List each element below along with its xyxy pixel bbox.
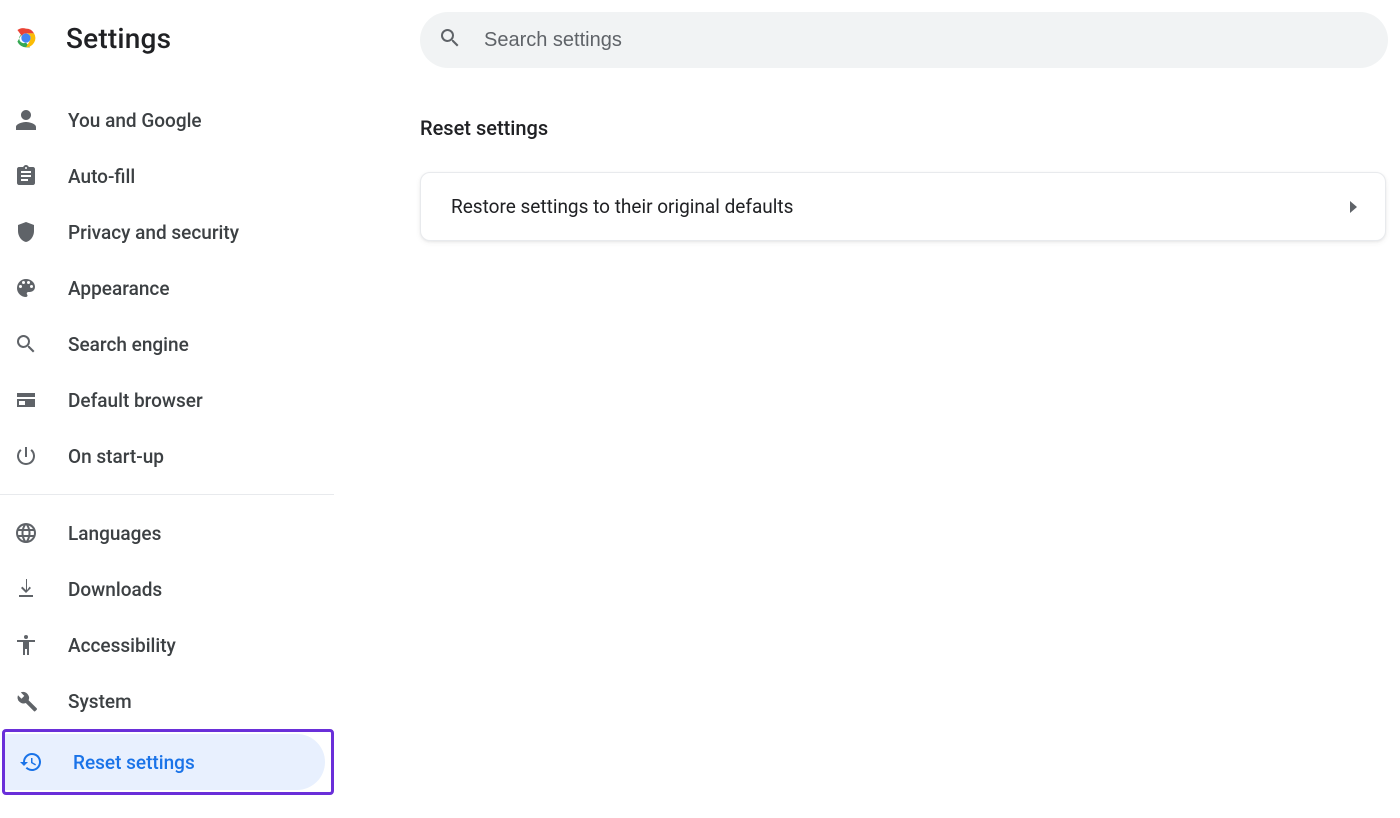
app-title: Settings <box>66 22 171 55</box>
sidebar-item-downloads[interactable]: Downloads <box>0 561 328 617</box>
sidebar-item-accessibility[interactable]: Accessibility <box>0 617 328 673</box>
sidebar-item-label: Privacy and security <box>68 221 239 244</box>
sidebar-item-label: Default browser <box>68 389 203 412</box>
card-row-label: Restore settings to their original defau… <box>451 195 793 218</box>
sidebar-item-label: Reset settings <box>73 751 195 774</box>
highlight-box: Reset settings <box>2 729 334 795</box>
shield-icon <box>14 220 38 244</box>
sidebar-divider <box>0 494 334 495</box>
sidebar-item-label: Accessibility <box>68 634 176 657</box>
sidebar-item-label: Appearance <box>68 277 170 300</box>
sidebar-item-autofill[interactable]: Auto-fill <box>0 148 328 204</box>
restore-defaults-row[interactable]: Restore settings to their original defau… <box>421 173 1385 240</box>
history-icon <box>19 750 43 774</box>
wrench-icon <box>14 689 38 713</box>
browser-icon <box>14 388 38 412</box>
palette-icon <box>14 276 38 300</box>
download-icon <box>14 577 38 601</box>
sidebar-item-label: Auto-fill <box>68 165 135 188</box>
sidebar: You and Google Auto-fill Privacy and sec… <box>0 76 334 818</box>
search-icon <box>14 332 38 356</box>
sidebar-item-label: On start-up <box>68 445 164 468</box>
section-title: Reset settings <box>420 116 1400 140</box>
sidebar-item-label: You and Google <box>68 109 202 132</box>
sidebar-item-privacy[interactable]: Privacy and security <box>0 204 328 260</box>
sidebar-item-default-browser[interactable]: Default browser <box>0 372 328 428</box>
sidebar-item-search-engine[interactable]: Search engine <box>0 316 328 372</box>
search-box[interactable] <box>420 12 1388 68</box>
main-content: Reset settings Restore settings to their… <box>334 76 1400 818</box>
search-wrap <box>420 0 1400 76</box>
sidebar-item-label: Search engine <box>68 333 189 356</box>
header-bar: Settings <box>0 0 1400 76</box>
person-icon <box>14 108 38 132</box>
globe-icon <box>14 521 38 545</box>
sidebar-item-system[interactable]: System <box>0 673 328 729</box>
sidebar-item-label: Languages <box>68 522 161 545</box>
search-input[interactable] <box>484 29 1370 52</box>
chevron-right-icon <box>1350 201 1357 213</box>
sidebar-item-label: Downloads <box>68 578 162 601</box>
sidebar-item-reset-settings[interactable]: Reset settings <box>5 734 325 790</box>
sidebar-item-languages[interactable]: Languages <box>0 505 328 561</box>
brand: Settings <box>0 22 420 55</box>
sidebar-item-label: System <box>68 690 132 713</box>
sidebar-item-startup[interactable]: On start-up <box>0 428 328 484</box>
sidebar-item-appearance[interactable]: Appearance <box>0 260 328 316</box>
search-icon <box>438 26 462 54</box>
assignment-icon <box>14 164 38 188</box>
settings-card: Restore settings to their original defau… <box>420 172 1386 241</box>
accessibility-icon <box>14 633 38 657</box>
power-icon <box>14 444 38 468</box>
sidebar-item-you-google[interactable]: You and Google <box>0 92 328 148</box>
chrome-logo-icon <box>12 24 40 52</box>
